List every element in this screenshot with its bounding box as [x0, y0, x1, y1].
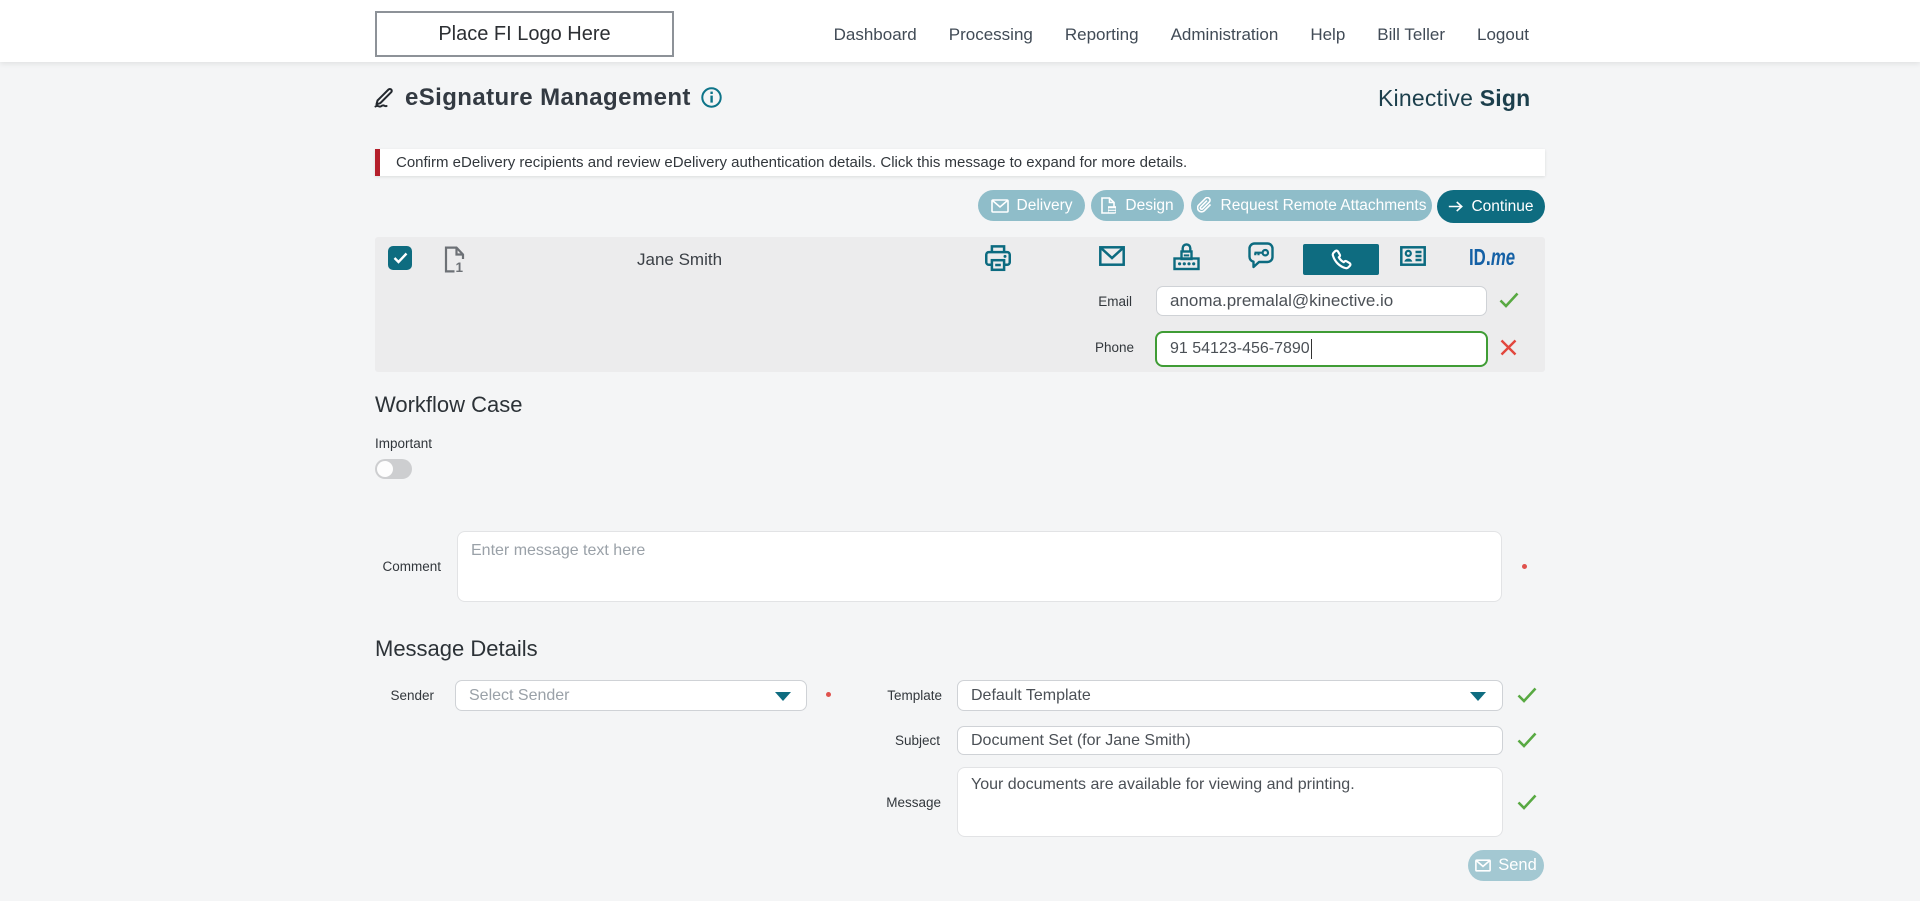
svg-text:1: 1	[456, 260, 464, 273]
